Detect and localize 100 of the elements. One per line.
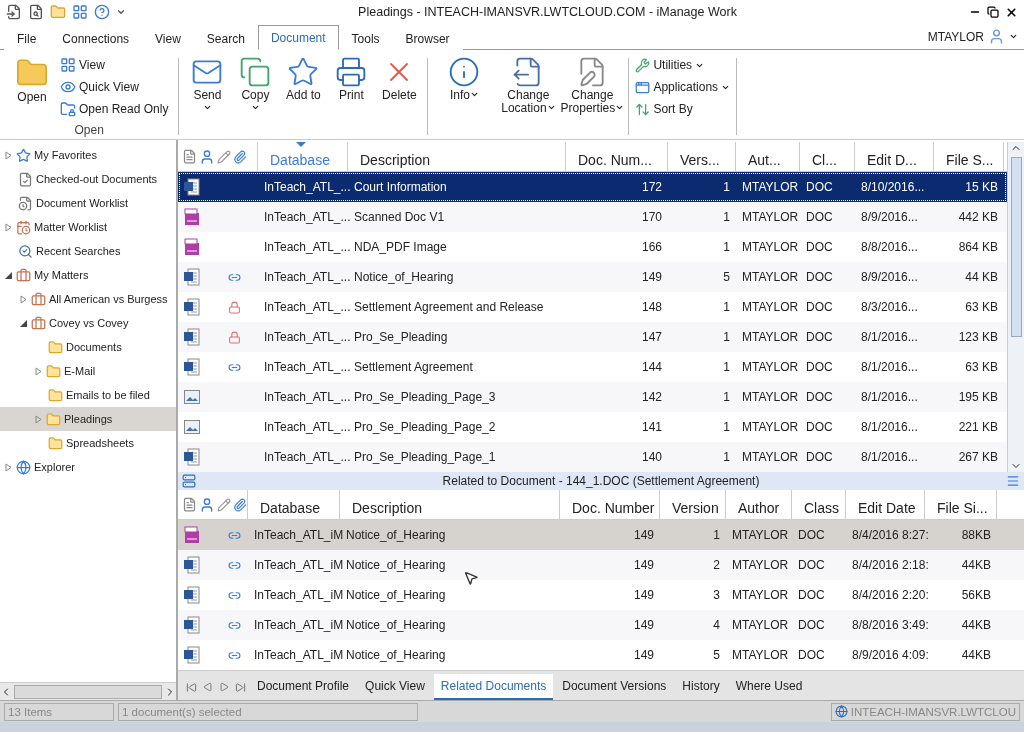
- table-cell-text: 1: [722, 300, 731, 314]
- grid-icon[interactable]: [72, 4, 88, 20]
- table-row[interactable]: InTeach_ATL_... Notice_of_Hearing 149 5 MTAYLOR DOC 8/9/2016... 44 KB: [178, 262, 1007, 292]
- tree-item[interactable]: Recent Searches: [0, 239, 176, 263]
- selected-table-row[interactable]: InTeach_ATL_iM Notice_of_Hearing 149 1 MTAYLOR DOC 8/4/2016 8:27: 88KB: [178, 520, 1024, 550]
- ribbon-button[interactable]: Add to: [279, 54, 328, 139]
- collapsed-arrow-icon[interactable]: [4, 150, 13, 160]
- ribbon-button[interactable]: View: [58, 54, 171, 76]
- table-cell-text: 8/9/2016...: [860, 210, 919, 224]
- table-cell-text: MTAYLOR: [741, 180, 800, 194]
- status-text: 1 document(s) selected: [118, 702, 418, 721]
- table-cell-text: 5: [722, 270, 731, 284]
- folder-icon: [46, 411, 61, 427]
- tab[interactable]: Quick View: [358, 674, 432, 700]
- ribbon-button[interactable]: Info: [432, 54, 497, 139]
- tab[interactable]: Where Used: [728, 674, 810, 700]
- ribbon-button[interactable]: Change Location: [496, 54, 561, 139]
- table-cell-text: DOC: [805, 270, 834, 284]
- tab[interactable]: Document Versions: [555, 674, 674, 700]
- table-row[interactable]: InTeach_ATL_iM Notice_of_Hearing 149 4 MTAYLOR DOC 8/8/2016 3:49: 44KB: [178, 610, 1024, 640]
- collapsed-arrow-icon[interactable]: [19, 294, 28, 304]
- help-icon[interactable]: [94, 4, 110, 20]
- table-cell-text: MTAYLOR: [731, 588, 790, 602]
- open-button[interactable]: Open: [8, 54, 56, 123]
- vertical-scrollbar[interactable]: [1007, 142, 1024, 472]
- document-import-icon[interactable]: [6, 4, 22, 20]
- table-cell-text: MTAYLOR: [741, 450, 800, 464]
- ribbon-button[interactable]: Print: [327, 54, 376, 139]
- tree-item[interactable]: Spreadsheets: [0, 431, 176, 455]
- ribbon-button[interactable]: Sort By: [633, 98, 733, 120]
- tree-item[interactable]: Emails to be filed: [0, 383, 176, 407]
- tab[interactable]: History: [675, 674, 727, 700]
- ribbon-button[interactable]: Utilities: [633, 54, 733, 76]
- menu-tab[interactable]: Document: [257, 25, 339, 50]
- restore-icon[interactable]: [987, 6, 999, 18]
- tree-item[interactable]: Covey vs Covey: [0, 311, 176, 335]
- table-cell-text: DOC: [797, 528, 826, 542]
- tree-label: Document Worklist: [36, 197, 129, 209]
- tree-item[interactable]: My Favorites: [0, 143, 176, 167]
- table-cell-text: 149: [632, 588, 655, 602]
- ribbon-button[interactable]: Delete: [375, 54, 424, 139]
- tree-item[interactable]: E-Mail: [0, 359, 176, 383]
- document-search-icon[interactable]: [28, 4, 44, 20]
- tree-item[interactable]: Documents: [0, 335, 176, 359]
- table-cell-text: DOC: [805, 390, 834, 404]
- ribbon-button[interactable]: Copy: [231, 54, 280, 139]
- sort-icon: [635, 101, 651, 117]
- folder-icon[interactable]: [50, 4, 66, 20]
- table-row[interactable]: InTeach_ATL_iM Notice_of_Hearing 149 2 MTAYLOR DOC 8/4/2016 2:18: 44KB: [178, 550, 1024, 580]
- tree-item[interactable]: All American vs Burgess: [0, 287, 176, 311]
- table-row[interactable]: InTeach_ATL_... Pro_Se_Pleading_Page_1 140 1 MTAYLOR DOC 8/1/2016... 267 KB: [178, 442, 1007, 472]
- ribbon-button[interactable]: Change Properties: [560, 54, 625, 139]
- table-cell-text: 1: [722, 210, 731, 224]
- ribbon-button[interactable]: Open Read Only: [58, 98, 171, 120]
- ribbon-button[interactable]: Applications: [633, 76, 733, 98]
- table-cell-text: InTeach_ATL_...: [263, 270, 348, 284]
- tab[interactable]: Document Profile: [250, 674, 357, 700]
- info-icon: [448, 56, 481, 88]
- table-row[interactable]: InTeach_ATL_... Pro_Se_Pleading 147 1 MTAYLOR DOC 8/1/2016... 123 KB: [178, 322, 1007, 352]
- tree-item[interactable]: My Matters: [0, 263, 176, 287]
- table-cell-text: MTAYLOR: [731, 618, 790, 632]
- table-cell-text: 63 KB: [964, 360, 999, 374]
- table-cell-text: DOC: [797, 618, 826, 632]
- table-cell-text: InTeach_ATL_...: [263, 210, 348, 224]
- horizontal-scrollbar[interactable]: [0, 682, 176, 700]
- table-row[interactable]: InTeach_ATL_... Pro_Se_Pleading_Page_3 142 1 MTAYLOR DOC 8/1/2016... 195 KB: [178, 382, 1007, 412]
- paperclip-icon: [233, 149, 247, 164]
- tree-item[interactable]: Explorer: [0, 455, 176, 479]
- table-cell-text: 221 KB: [957, 420, 999, 434]
- user-menu[interactable]: MTAYLOR: [921, 27, 1024, 46]
- menu-icon[interactable]: [1006, 474, 1020, 488]
- table-row[interactable]: InTeach_ATL_... Scanned Doc V1 170 1 MTAYLOR DOC 8/9/2016... 442 KB: [178, 202, 1007, 232]
- caret-icon[interactable]: [116, 7, 126, 17]
- ribbon-button[interactable]: Quick View: [58, 76, 171, 98]
- tab[interactable]: Related Documents: [433, 674, 554, 700]
- pencil-icon: [217, 149, 231, 164]
- copy-icon: [239, 56, 272, 88]
- table-cell-text: MTAYLOR: [741, 420, 800, 434]
- collapsed-arrow-icon[interactable]: [34, 366, 43, 376]
- collapsed-arrow-icon[interactable]: [34, 414, 43, 424]
- collapsed-arrow-icon[interactable]: [4, 462, 13, 472]
- person-icon: [988, 28, 1005, 45]
- folder-icon: [48, 435, 63, 451]
- table-cell-text: MTAYLOR: [741, 300, 800, 314]
- expanded-arrow-icon[interactable]: [19, 318, 28, 328]
- person-icon: [199, 148, 215, 165]
- table-cell-text: 166: [640, 240, 663, 254]
- table-cell-text: 148: [640, 300, 663, 314]
- ribbon-button[interactable]: Send: [183, 54, 232, 139]
- expanded-arrow-icon[interactable]: [4, 270, 13, 280]
- collapsed-arrow-icon[interactable]: [4, 222, 13, 232]
- table-cell-text: 1: [722, 330, 731, 344]
- selected-table-row[interactable]: InTeach_ATL_... Court Information 172 1 MTAYLOR DOC 8/10/2016... 15 KB: [178, 172, 1007, 202]
- tree-item-selected[interactable]: Pleadings: [0, 407, 176, 431]
- tree-item[interactable]: Matter Worklist: [0, 215, 176, 239]
- close-icon[interactable]: [1005, 5, 1018, 19]
- tree-label: My Favorites: [34, 149, 97, 161]
- table-cell-text: MTAYLOR: [741, 390, 800, 404]
- tree-item[interactable]: Checked-out Documents: [0, 167, 176, 191]
- tree-item[interactable]: Document Worklist: [0, 191, 176, 215]
